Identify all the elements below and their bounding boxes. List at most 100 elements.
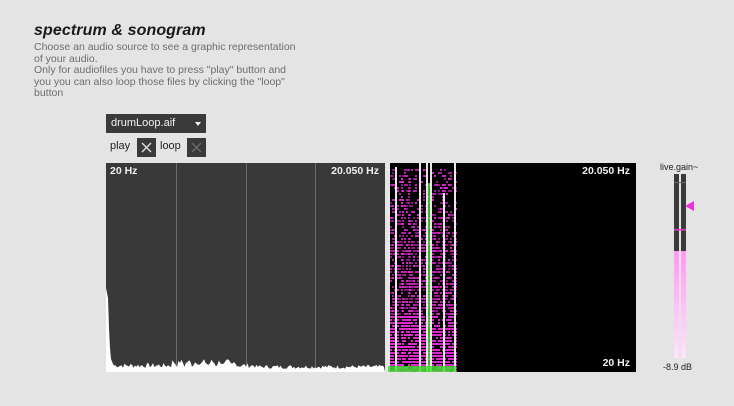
sonogram-cell (440, 226, 442, 228)
sonogram-cell (406, 235, 408, 237)
sonogram-cell (406, 244, 408, 246)
sonogram-cell (409, 313, 411, 315)
sonogram-cell (406, 208, 408, 210)
loop-toggle[interactable] (187, 138, 206, 157)
sonogram-cell (399, 244, 401, 246)
sonogram-cell (397, 349, 399, 351)
sonogram-cell (406, 322, 408, 324)
sonogram-cell (438, 268, 440, 270)
sonogram-column (399, 175, 401, 372)
sonogram-cell (392, 229, 394, 231)
gain-marker-icon[interactable] (685, 200, 695, 212)
sonogram-cell (399, 322, 401, 324)
sonogram-cell (436, 265, 438, 267)
sonogram-cell (423, 241, 425, 243)
sonogram-cell (450, 358, 452, 360)
sonogram-cell (402, 328, 404, 330)
sonogram-cell (404, 169, 406, 171)
sonogram-cell (404, 334, 406, 336)
sonogram-cell (448, 217, 450, 219)
sonogram-cell (392, 175, 394, 177)
sonogram-cell (446, 211, 448, 213)
sonogram-cell (397, 250, 399, 252)
sonogram-cell (390, 337, 392, 339)
sonogram-cell (434, 271, 436, 273)
sonogram-cell (417, 217, 419, 219)
sonogram-cell (390, 334, 392, 336)
sonogram-cell (423, 340, 425, 342)
sonogram-cell (390, 292, 392, 294)
sonogram-cell (415, 175, 417, 177)
sonogram-cell (432, 196, 434, 198)
sonogram-cell (434, 316, 436, 318)
audio-source-menu[interactable]: drumLoop.aif (106, 114, 206, 133)
sonogram-cell (446, 232, 448, 234)
sonogram-cell (390, 358, 392, 360)
sonogram-cell (408, 241, 410, 243)
sonogram-cell (434, 238, 436, 240)
sonogram-cell (438, 211, 440, 213)
sonogram-cell (421, 238, 423, 240)
sonogram-cell (411, 226, 413, 228)
sonogram-cell (432, 319, 434, 321)
sonogram-cell (409, 283, 411, 285)
sonogram-cell (442, 190, 444, 192)
sonogram-cell (402, 331, 404, 333)
sonogram-cell (402, 211, 404, 213)
sonogram-cell (446, 187, 448, 189)
sonogram-cell (448, 361, 450, 363)
sonogram-cell (438, 361, 440, 363)
sonogram-cell (421, 325, 423, 327)
sonogram-cell (417, 313, 419, 315)
gain-tick (674, 182, 686, 183)
sonogram-cell (450, 340, 452, 342)
sonogram-cell (438, 283, 440, 285)
sonogram-cell (411, 202, 413, 204)
sonogram-cell (397, 277, 399, 279)
sonogram-cell (402, 190, 404, 192)
sonogram-cell (399, 199, 401, 201)
sonogram-cell (452, 364, 454, 366)
sonogram-cell (440, 193, 442, 195)
sonogram-cell (452, 307, 454, 309)
sonogram-cell (401, 334, 403, 336)
sonogram-cell (392, 328, 394, 330)
sonogram-cell (432, 331, 434, 333)
sonogram-cell (415, 337, 417, 339)
sonogram-cell (436, 358, 438, 360)
sonogram-cell (411, 277, 413, 279)
sonogram-cell (440, 334, 442, 336)
sonogram-cell (409, 343, 411, 345)
sonogram-cell (404, 253, 406, 255)
sonogram-cell (397, 190, 399, 192)
sonogram-cell (434, 334, 436, 336)
sonogram-cell (421, 280, 423, 282)
sonogram-cell (409, 298, 411, 300)
sonogram-cell (450, 190, 452, 192)
dropdown-arrow-icon (195, 122, 201, 126)
sonogram-cell (404, 358, 406, 360)
sonogram-cell (434, 214, 436, 216)
sonogram-cell (452, 298, 454, 300)
sonogram-cell (392, 232, 394, 234)
sonogram-cell (408, 331, 410, 333)
play-toggle[interactable] (137, 138, 156, 157)
sonogram-cell (421, 346, 423, 348)
sonogram-cell (452, 310, 454, 312)
sonogram-cell (392, 217, 394, 219)
sonogram-cell (446, 298, 448, 300)
sonogram-cell (440, 172, 442, 174)
sonogram-cell (421, 298, 423, 300)
sonogram-cell (436, 355, 438, 357)
sonogram-cell (392, 337, 394, 339)
sonogram-cell (409, 223, 411, 225)
sonogram-cell (413, 295, 415, 297)
sonogram-cell (408, 196, 410, 198)
sonogram-cell (413, 178, 415, 180)
sonogram-cell (432, 361, 434, 363)
sonogram-cell (421, 250, 423, 252)
sonogram-cell (390, 310, 392, 312)
sonogram-cell (452, 250, 454, 252)
sonogram-cell (432, 232, 434, 234)
gain-label: live.gain~ (660, 162, 699, 172)
